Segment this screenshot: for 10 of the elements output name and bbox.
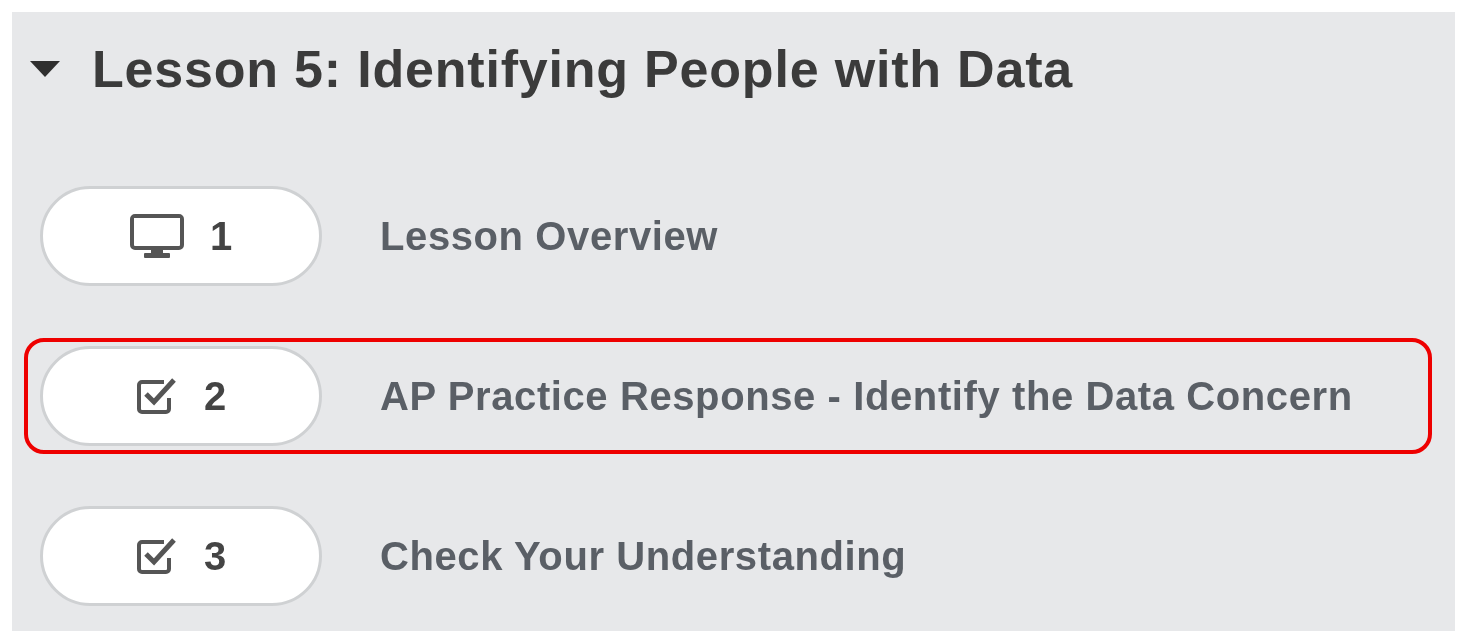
checkbox-icon [135,376,178,416]
monitor-icon [129,214,184,258]
level-button[interactable]: 1 [40,186,322,286]
caret-icon[interactable] [28,59,62,79]
activity-link[interactable]: Lesson Overview [380,216,719,256]
activity-link[interactable]: AP Practice Response - Identify the Data Concern [380,376,1353,416]
level-button[interactable]: 3 [40,506,322,606]
activity-link[interactable]: Check Your Understanding [380,536,907,576]
level-button[interactable]: 2 [40,346,322,446]
checkbox-icon [135,536,178,576]
